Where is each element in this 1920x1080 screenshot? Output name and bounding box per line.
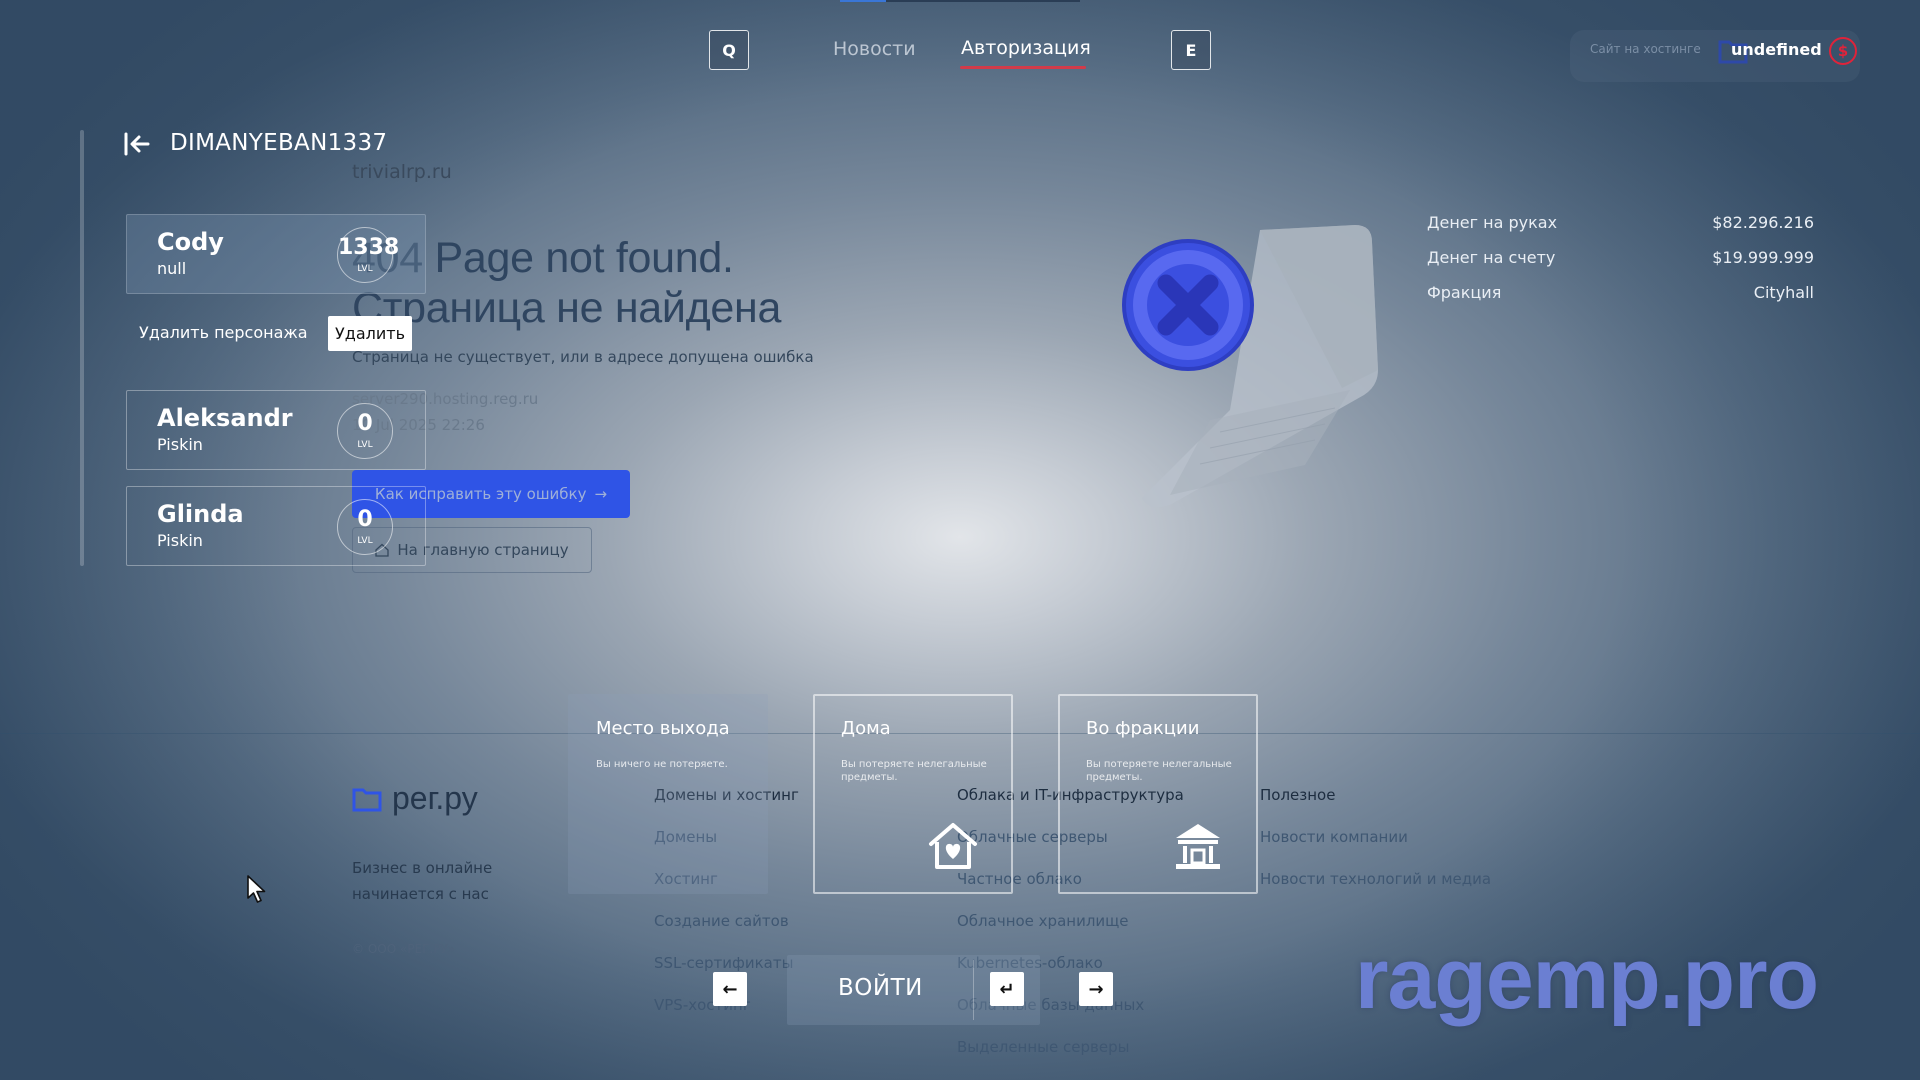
laptop-error-illustration — [1122, 225, 1378, 508]
stat-value: $19.999.999 — [1712, 248, 1814, 267]
stat-label: Денег на счету — [1427, 248, 1556, 267]
bg-description: Страница не существует, или в адресе доп… — [352, 348, 814, 366]
character-stats: Денег на руках $82.296.216 Денег на счет… — [1427, 213, 1814, 318]
username: undefined — [1731, 40, 1822, 59]
delete-character-label: Удалить персонажа — [139, 323, 308, 342]
bg-col-link[interactable]: Новости компании — [1260, 816, 1491, 858]
bg-col-link[interactable]: Новости технологий и медиа — [1260, 858, 1491, 900]
left-panel-bar — [80, 130, 84, 566]
bg-logo[interactable]: рег.ру — [352, 780, 478, 817]
watermark: ragemp.pro — [1355, 931, 1819, 1027]
next-tab-key[interactable]: E — [1171, 30, 1211, 70]
building-icon — [1176, 824, 1220, 869]
bg-copyright: © ООО «РЕГ.РУ» — [352, 942, 456, 956]
bg-footer-col-useful: Полезное Новости компании Новости технол… — [1260, 774, 1491, 900]
level-label: LVL — [357, 536, 373, 546]
level-number: 1338 — [338, 235, 400, 260]
logout-arrow-icon[interactable] — [123, 130, 151, 158]
stat-value: $82.296.216 — [1712, 213, 1814, 232]
arrow-right-icon: → — [594, 485, 608, 503]
character-card-cody[interactable]: Cody null 1338 LVL — [126, 214, 426, 294]
stat-label: Денег на руках — [1427, 213, 1558, 232]
prev-character-key[interactable]: ← — [713, 972, 747, 1006]
bg-col-link[interactable]: Выделенные серверы — [957, 1026, 1184, 1068]
stat-row-cash: Денег на руках $82.296.216 — [1427, 213, 1814, 248]
bg-tagline-line2: начинается с нас — [352, 885, 489, 903]
prev-tab-key[interactable]: Q — [709, 30, 749, 70]
character-last-name: null — [157, 259, 187, 278]
level-label: LVL — [357, 264, 373, 274]
tab-authorization[interactable]: Авторизация — [961, 37, 1091, 59]
bg-col-link[interactable]: Создание сайтов — [654, 900, 799, 942]
stat-label: Фракция — [1427, 283, 1502, 302]
character-last-name: Piskin — [157, 531, 203, 550]
character-first-name: Glinda — [157, 500, 244, 528]
character-card-aleksandr[interactable]: Aleksandr Piskin 0 LVL — [126, 390, 426, 470]
active-tab-underline — [960, 66, 1086, 69]
folder-logo-icon — [352, 788, 382, 811]
dollar-circle-icon: $ — [1829, 37, 1857, 65]
enter-key[interactable]: ↵ — [990, 972, 1024, 1006]
character-last-name: Piskin — [157, 435, 203, 454]
play-label: ВОЙТИ — [838, 975, 923, 1001]
character-first-name: Cody — [157, 228, 224, 256]
bg-col-link[interactable]: Облачное хранилище — [957, 900, 1184, 942]
spawn-title: Место выхода — [596, 718, 730, 739]
spawn-option-home[interactable]: Дома Вы потеряете нелегальные предметы. — [813, 694, 1013, 894]
spawn-description: Вы ничего не потеряете. — [596, 759, 728, 770]
stat-value: Cityhall — [1753, 283, 1814, 302]
bg-tagline: Бизнес в онлайне начинается с нас — [352, 855, 492, 907]
stat-row-bank: Денег на счету $19.999.999 — [1427, 248, 1814, 283]
bg-tagline-line1: Бизнес в онлайне — [352, 859, 493, 877]
account-name: DIMANYEBAN1337 — [170, 130, 388, 156]
bg-domain: trivialrp.ru — [352, 161, 452, 183]
spawn-description: Вы потеряете нелегальные предметы. — [841, 759, 987, 783]
top-progress-stripe — [840, 0, 1080, 2]
house-heart-icon — [929, 823, 977, 869]
spawn-description: Вы потеряете нелегальные предметы. — [1086, 759, 1232, 783]
character-first-name: Aleksandr — [157, 404, 293, 432]
spawn-option-last-location[interactable]: Место выхода Вы ничего не потеряете. — [568, 694, 768, 894]
play-divider — [973, 960, 974, 1020]
spawn-title: Во фракции — [1086, 718, 1200, 739]
spawn-option-faction[interactable]: Во фракции Вы потеряете нелегальные пред… — [1058, 694, 1258, 894]
level-number: 0 — [357, 507, 373, 532]
level-badge: 1338 LVL — [337, 227, 400, 283]
next-character-key[interactable]: → — [1079, 972, 1113, 1006]
bg-col-head: Полезное — [1260, 786, 1336, 804]
spawn-title: Дома — [841, 718, 891, 739]
tab-news[interactable]: Новости — [833, 38, 916, 60]
level-number: 0 — [357, 411, 373, 436]
bg-logo-text: рег.ру — [392, 780, 478, 816]
level-badge: 0 LVL — [337, 499, 393, 555]
level-badge: 0 LVL — [337, 403, 393, 459]
level-label: LVL — [357, 440, 373, 450]
character-card-glinda[interactable]: Glinda Piskin 0 LVL — [126, 486, 426, 566]
mouse-cursor-icon — [247, 875, 266, 903]
stat-row-faction: Фракция Cityhall — [1427, 283, 1814, 318]
delete-button[interactable]: Удалить — [328, 316, 412, 351]
